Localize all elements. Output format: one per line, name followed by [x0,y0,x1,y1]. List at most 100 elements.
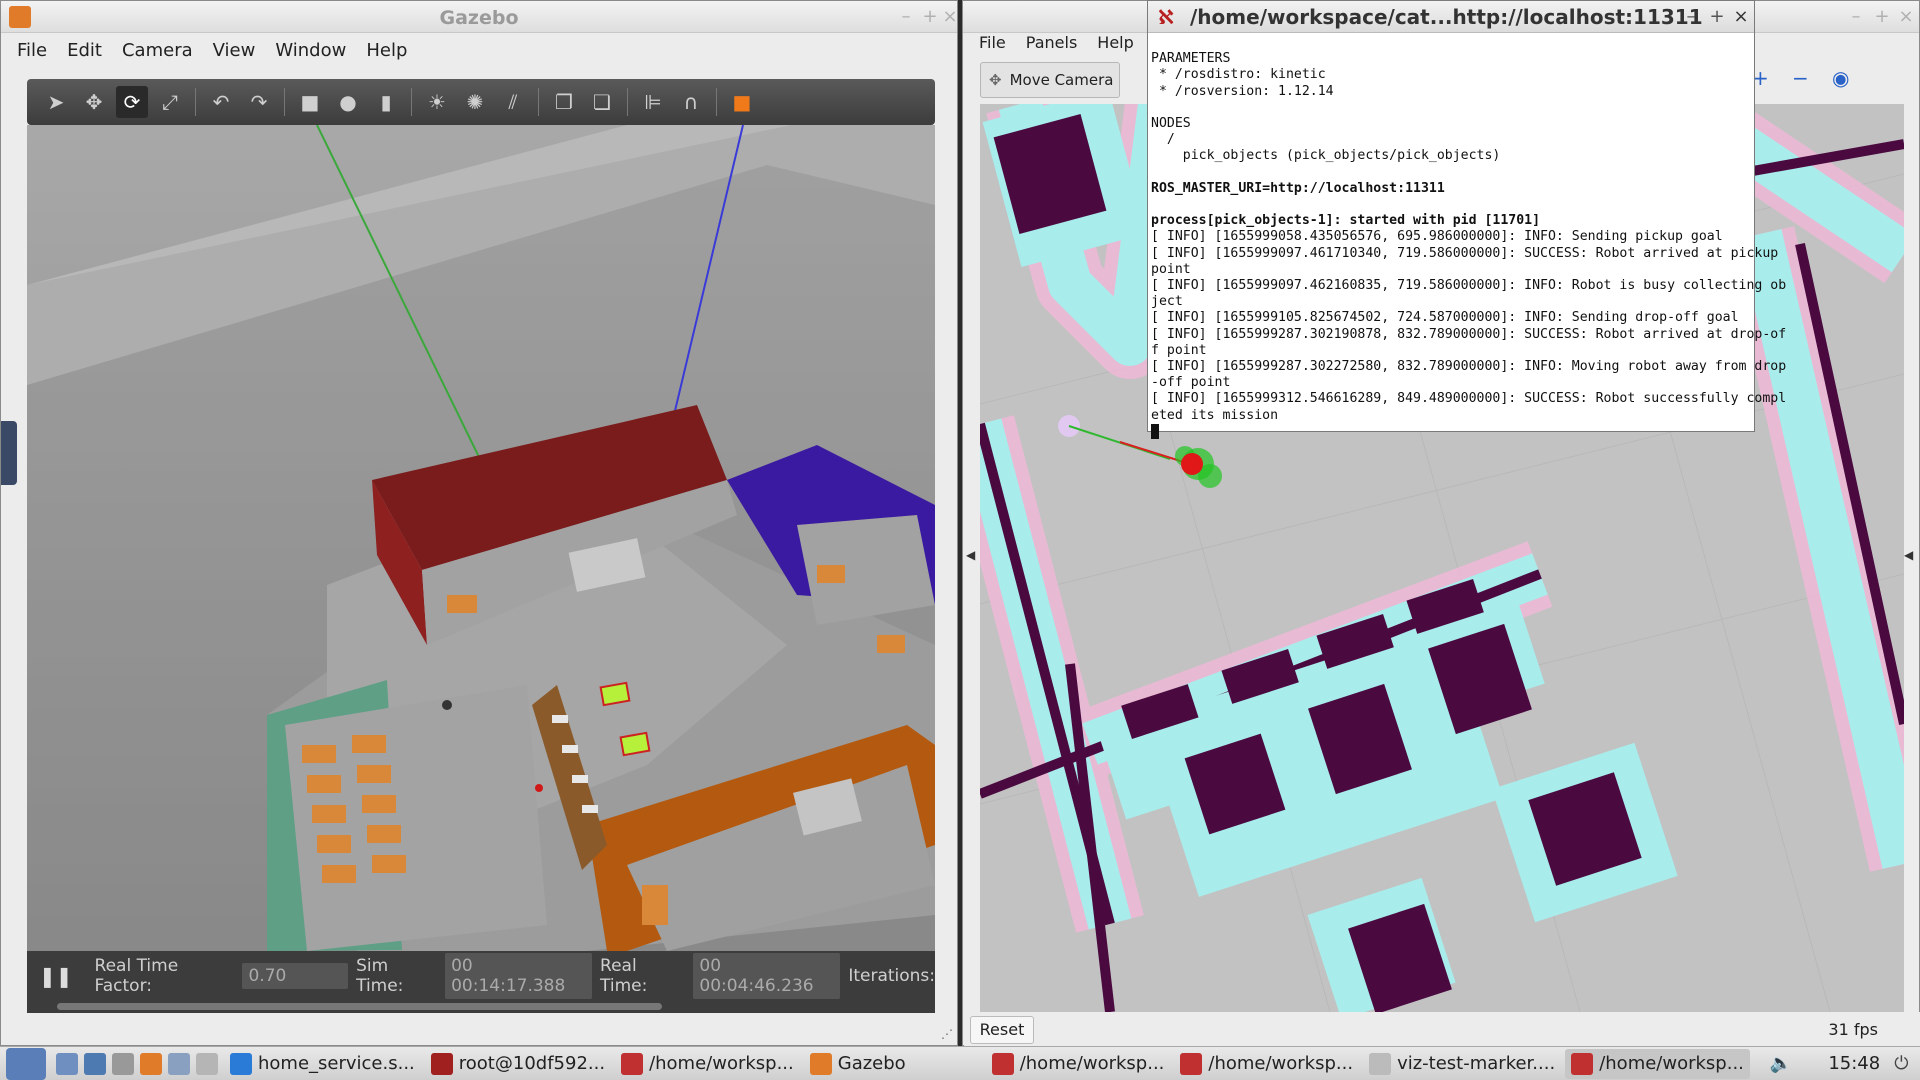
xterm-icon [1180,1052,1203,1075]
scale-icon[interactable]: ⤢ [154,86,186,118]
cylinder-shape-icon[interactable]: ▮ [370,86,402,118]
gazebo-icon [809,1052,832,1075]
move-camera-label: Move Camera [1009,71,1114,89]
terminal-line: [ INFO] [1655999097.461710340, 719.58600… [1151,245,1779,261]
task-xterm-4[interactable]: /home/worksp... [1565,1048,1750,1079]
close-icon[interactable]: × [1730,6,1752,27]
minimize-icon[interactable]: – [1680,6,1702,27]
close-icon[interactable]: × [939,6,957,27]
terminal-line: [ INFO] [1655999312.546616289, 849.48900… [1151,391,1787,407]
gazebo-menubar: File Edit Camera View Window Help [1,33,957,67]
task-vscode[interactable]: home_service.s... [224,1049,421,1079]
save-icon[interactable] [168,1052,190,1075]
pause-icon[interactable]: ❚❚ [39,964,73,988]
sim-time-label: Sim Time: [356,956,404,996]
terminal-titlebar[interactable]: ℵ /home/workspace/cat...http://localhost… [1148,1,1754,33]
paste-icon[interactable]: ❏ [586,86,618,118]
menu-camera[interactable]: Camera [122,40,193,61]
real-time-value: 00 00:04:46.236 [693,953,841,999]
eye-view-icon[interactable]: ◉ [1832,66,1849,90]
robot-model [535,784,543,792]
rtf-value: 0.70 [242,963,349,989]
copy-icon[interactable]: ❐ [548,86,580,118]
terminal-line: -off point [1151,375,1231,391]
move-camera-tool[interactable]: ✥ Move Camera [980,62,1120,98]
align-icon[interactable]: ⊫ [637,86,669,118]
translate-icon[interactable]: ✥ [78,86,110,118]
reset-button[interactable]: Reset [970,1016,1034,1044]
task-xterm-1[interactable]: /home/worksp... [615,1049,800,1079]
task-rviz[interactable]: viz-test-marker.... [1363,1049,1561,1079]
terminal-app-icon: ℵ [1158,5,1174,29]
menu-file[interactable]: File [17,40,47,61]
maximize-icon[interactable]: + [919,6,941,27]
panel-collapse-left-icon[interactable]: ◀ [966,548,975,562]
menu-window[interactable]: Window [275,40,346,61]
undo-icon[interactable]: ↶ [205,86,237,118]
gazebo-3d-viewport[interactable] [27,125,935,951]
terminal-line: eted its mission [1151,407,1279,423]
zoom-out-icon[interactable]: − [1792,66,1809,90]
terminal-launcher-icon[interactable] [112,1052,134,1075]
gazebo-hscrollbar[interactable] [27,1001,935,1013]
xterm-icon [991,1052,1014,1075]
power-icon[interactable]: ⏻ [1894,1053,1908,1074]
clock: 15:48 [1828,1053,1881,1074]
panel-collapse-right-icon[interactable]: ◀ [1904,548,1913,562]
menu-help[interactable]: Help [1097,33,1133,52]
terminal-output[interactable]: PARAMETERS * /rosdistro: kinetic * /rosv… [1148,33,1787,473]
real-time-label: Real Time: [600,956,648,996]
point-light-icon[interactable]: ☀ [421,86,453,118]
file-manager-icon[interactable] [56,1052,78,1075]
minimize-icon[interactable]: – [895,6,917,27]
task-label: /home/worksp... [1599,1053,1744,1074]
box-shape-icon[interactable]: ■ [294,86,326,118]
task-label: /home/worksp... [649,1053,794,1074]
menu-view[interactable]: View [213,40,256,61]
vscode-icon [230,1052,252,1075]
fps-counter: 31 fps [1828,1020,1878,1039]
task-label: viz-test-marker.... [1397,1053,1556,1074]
dropoff-marker [619,731,651,757]
rtf-label: Real Time Factor: [94,956,179,996]
desktop-icon[interactable] [84,1052,106,1075]
volume-icon[interactable]: 🔈 [1770,1053,1792,1074]
menu-edit[interactable]: Edit [67,40,102,61]
terminal-cursor [1151,423,1159,439]
left-dock-handle[interactable] [1,421,17,485]
directional-light-icon[interactable]: ⫽ [497,86,529,118]
rviz-icon [1369,1052,1392,1075]
spot-light-icon[interactable]: ✺ [459,86,491,118]
maximize-icon[interactable]: + [1706,6,1728,27]
terminal-line: * /rosversion: 1.12.14 [1151,83,1334,99]
view-angle-icon[interactable]: ■ [726,86,758,118]
blank-launcher-icon[interactable] [196,1052,218,1075]
terminal-line: process[pick_objects-1]: started with pi… [1151,213,1541,229]
terminal-line: [ INFO] [1655999097.462160835, 719.58600… [1151,278,1787,294]
redo-icon[interactable]: ↷ [243,86,275,118]
gazebo-window: Gazebo – + × File Edit Camera View Windo… [0,0,958,1046]
terminal-title: /home/workspace/cat...http://localhost:1… [1190,5,1703,29]
task-xterm-3[interactable]: /home/worksp... [1174,1049,1359,1079]
menu-help[interactable]: Help [366,40,407,61]
menu-panels[interactable]: Panels [1026,33,1078,52]
task-root-terminal[interactable]: root@10df592... [425,1049,611,1079]
task-label: Gazebo [837,1053,906,1074]
sphere-shape-icon[interactable]: ● [332,86,364,118]
rotate-icon[interactable]: ⟳ [116,86,148,118]
gazebo-launcher-icon[interactable] [140,1052,162,1075]
task-label: home_service.s... [258,1053,415,1074]
minimize-icon[interactable]: – [1845,6,1867,27]
close-icon[interactable]: × [1895,6,1917,27]
start-menu-icon[interactable] [6,1047,46,1080]
snap-magnet-icon[interactable]: ∩ [675,86,707,118]
task-gazebo[interactable]: Gazebo [804,1049,912,1079]
maximize-icon[interactable]: + [1871,6,1893,27]
menu-file[interactable]: File [979,33,1006,52]
select-arrow-icon[interactable]: ➤ [40,86,72,118]
gazebo-titlebar[interactable]: Gazebo – + × [1,1,957,33]
terminal-line: [ INFO] [1655999287.302272580, 832.78900… [1151,359,1787,375]
resize-grip-icon[interactable]: ⋰ [941,1027,953,1041]
task-xterm-2[interactable]: /home/worksp... [986,1049,1171,1079]
